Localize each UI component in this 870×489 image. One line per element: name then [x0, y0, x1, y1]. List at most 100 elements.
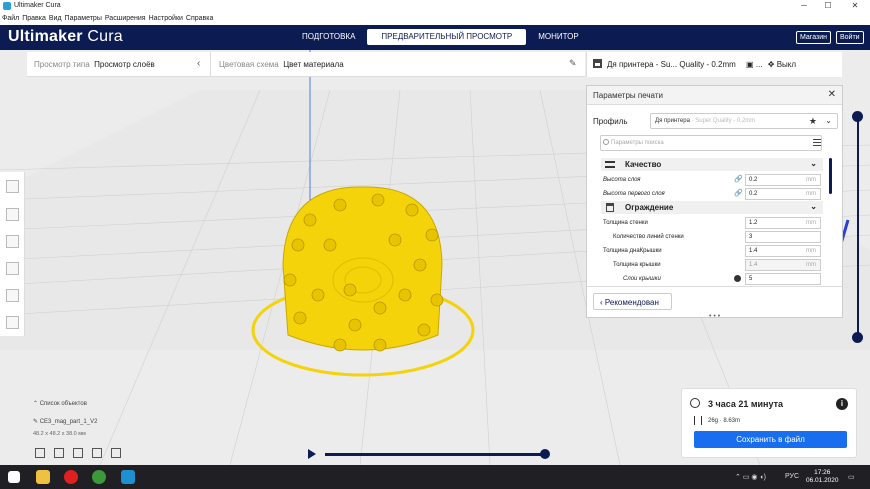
divider [587, 286, 842, 287]
material-usage: 26g · 8.63m [708, 418, 741, 424]
tab-monitor[interactable]: МОНИТОР [526, 29, 591, 45]
yandex-browser-icon[interactable] [64, 470, 78, 484]
print-setup-summary: Дя принтера - Su... Quality - 0.2mm ▣ ..… [607, 60, 797, 69]
rotate-tool-icon[interactable] [6, 235, 19, 248]
category-quality[interactable]: Качество ⌄ [601, 158, 823, 171]
path-slider-track[interactable] [325, 453, 545, 456]
settings-search-input[interactable]: Параметры поиска [600, 135, 822, 151]
cura-app-icon [3, 2, 11, 10]
save-to-file-button[interactable]: Сохранить в файл [694, 431, 847, 448]
quality-icon [605, 161, 615, 168]
view-type-value: Просмотр слоёв [94, 60, 155, 69]
color-scheme-selector[interactable]: Цветовая схема Цвет материала [219, 60, 344, 69]
profile-label: Профиль [593, 117, 628, 126]
setting-input[interactable]: 5 [745, 273, 821, 285]
play-icon[interactable] [308, 449, 316, 459]
chrome-icon[interactable] [92, 470, 106, 484]
input-language[interactable]: РУС [785, 473, 799, 480]
notifications-icon[interactable]: ▭ [848, 473, 855, 481]
path-slider-handle[interactable] [540, 449, 550, 459]
layer-slider-top-handle[interactable] [852, 111, 863, 122]
object-dimensions: 48.2 x 48.2 x 38.0 мм [33, 431, 86, 437]
settings-menu-icon[interactable] [813, 139, 821, 146]
infill-icon: ▣ [746, 60, 754, 69]
close-window-button[interactable]: ✕ [845, 1, 865, 10]
favorite-star-icon[interactable]: ★ [809, 116, 817, 127]
profile-dropdown[interactable]: Дя принтера - Super Quality - 0.2mm ★ ⌄ [650, 113, 838, 129]
collapse-chevron-icon[interactable]: ‹ [197, 58, 200, 69]
setting-input[interactable]: 1.2 mm [745, 217, 821, 229]
front-view-icon[interactable] [54, 448, 64, 458]
print-settings-panel: Параметры печати ✕ Профиль Дя принтера -… [586, 85, 843, 320]
login-button[interactable]: Войти [836, 31, 864, 44]
view-options-bar: Просмотр типа Просмотр слоёв ‹ Цветовая … [27, 52, 585, 77]
clock-icon [690, 398, 700, 408]
left-view-icon[interactable] [92, 448, 102, 458]
tab-prepare[interactable]: ПОДГОТОВКА [290, 29, 367, 45]
right-view-icon[interactable] [111, 448, 121, 458]
print-setup-bar[interactable]: Дя принтера - Su... Quality - 0.2mm ▣ ..… [586, 52, 842, 77]
settings-scrollbar[interactable] [829, 158, 832, 194]
support-blocker-icon[interactable] [6, 316, 19, 329]
category-shell[interactable]: Ограждение ⌄ [601, 201, 823, 214]
print-time: 3 часа 21 минута [708, 399, 784, 409]
menu-edit[interactable]: Правка [22, 15, 46, 22]
system-tray-icons[interactable]: ⌃ ▭ ◉ ◖) [735, 473, 766, 481]
info-icon[interactable]: i [836, 398, 848, 410]
menu-help[interactable]: Справка [186, 15, 213, 22]
object-list-toggle[interactable]: ⌃ Список объектов [33, 400, 87, 407]
menu-settings[interactable]: Параметры [65, 15, 102, 22]
start-icon[interactable] [8, 471, 20, 483]
setting-row: Толщина днаКрышки 1.4 mm [601, 244, 823, 258]
tab-preview[interactable]: ПРЕДВАРИТЕЛЬНЫЙ ПРОСМОТР [367, 29, 527, 45]
scale-tool-icon[interactable] [6, 208, 19, 221]
window-title: Ultimaker Cura [14, 2, 61, 9]
setting-input[interactable]: 1.4 mm [745, 245, 821, 257]
per-model-settings-icon[interactable] [6, 289, 19, 302]
menu-extensions[interactable]: Расширения [105, 15, 146, 22]
menu-preferences[interactable]: Настройки [149, 15, 183, 22]
menu-bar: Файл Правка Вид Параметры Расширения Нас… [0, 12, 870, 25]
recommended-button[interactable]: ‹ Рекомендован [593, 293, 672, 310]
menu-view[interactable]: Вид [49, 15, 62, 22]
divider [210, 52, 211, 77]
profile-subtitle: - Super Quality - 0.2mm [691, 118, 756, 124]
title-bar: Ultimaker Cura ─ ☐ ✕ [0, 0, 870, 12]
setting-row: Слои крышки 5 [601, 272, 823, 286]
chevron-left-icon: ‹ [600, 298, 603, 307]
close-icon[interactable]: ✕ [828, 89, 836, 100]
view-type-selector[interactable]: Просмотр типа Просмотр слоёв [34, 60, 155, 69]
layer-slider-bottom-handle[interactable] [852, 332, 863, 343]
setting-input[interactable]: 0.2 mm [745, 188, 821, 200]
edit-pencil-icon[interactable]: ✎ [569, 58, 577, 69]
shell-icon [606, 203, 614, 212]
setting-row: Толщина стенки 1.2 mm [601, 216, 823, 230]
view-type-label: Просмотр типа [34, 60, 90, 69]
menu-file[interactable]: Файл [2, 15, 19, 22]
cura-taskbar-icon[interactable] [121, 470, 135, 484]
spool-icon [694, 416, 702, 425]
panel-title: Параметры печати [593, 91, 663, 100]
layer-slider-track[interactable] [857, 117, 859, 337]
windows-taskbar: ⌃ ▭ ◉ ◖) РУС 17:26 06.01.2020 ▭ [0, 465, 870, 489]
output-panel: 3 часа 21 минута i 26g · 8.63m Сохранить… [681, 388, 857, 458]
file-explorer-icon[interactable] [36, 470, 50, 484]
mirror-tool-icon[interactable] [6, 262, 19, 275]
minimize-button[interactable]: ─ [794, 1, 814, 10]
setting-input[interactable]: 3 [745, 231, 821, 243]
resize-grip-icon[interactable]: • • • [709, 313, 720, 320]
maximize-button[interactable]: ☐ [818, 1, 838, 10]
taskbar-clock[interactable]: 17:26 06.01.2020 [806, 469, 839, 485]
stage-tabs: ПОДГОТОВКА ПРЕДВАРИТЕЛЬНЫЙ ПРОСМОТР МОНИ… [290, 29, 591, 45]
top-view-icon[interactable] [73, 448, 83, 458]
move-tool-icon[interactable] [6, 180, 19, 193]
support-icon: ✥ [767, 60, 775, 69]
reset-icon[interactable] [734, 275, 741, 282]
search-placeholder: Параметры поиска [611, 140, 664, 146]
object-file-row[interactable]: ✎ CE3_mag_part_1_V2 [33, 418, 97, 425]
3d-view-icon[interactable] [35, 448, 45, 458]
left-toolbar [0, 172, 25, 336]
setting-input[interactable]: 0.2 mm [745, 174, 821, 186]
chevron-up-icon: ⌃ [33, 401, 39, 407]
marketplace-button[interactable]: Магазин [796, 31, 832, 44]
